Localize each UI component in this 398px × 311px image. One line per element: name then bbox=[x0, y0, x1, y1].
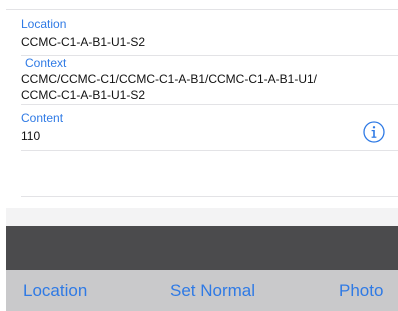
info-icon[interactable] bbox=[363, 121, 385, 143]
location-button[interactable]: Location bbox=[23, 270, 87, 311]
set-normal-button[interactable]: Set Normal bbox=[170, 270, 255, 311]
bottom-toolbar: Location Set Normal Photo bbox=[6, 270, 398, 311]
context-field: Context CCMC/CCMC-C1/CCMC-C1-A-B1/CCMC-C… bbox=[0, 55, 398, 104]
section-spacer bbox=[6, 208, 398, 226]
content-value: 110 bbox=[21, 129, 41, 143]
location-label: Location bbox=[21, 17, 67, 31]
location-value: CCMC-C1-A-B1-U1-S2 bbox=[21, 35, 146, 49]
content-divider bbox=[21, 150, 398, 151]
content-label: Content bbox=[21, 111, 64, 125]
empty-cell-divider bbox=[21, 196, 398, 197]
detail-screen: Location CCMC-C1-A-B1-U1-S2 Context CCMC… bbox=[0, 0, 398, 311]
content-field[interactable]: Content 110 bbox=[0, 105, 398, 150]
dark-panel bbox=[6, 226, 398, 270]
context-value-line-2: CCMC-C1-A-B1-U1-S2 bbox=[21, 88, 146, 102]
context-value-line-1: CCMC/CCMC-C1/CCMC-C1-A-B1/CCMC-C1-A-B1-U… bbox=[21, 72, 318, 86]
photo-button[interactable]: Photo bbox=[339, 270, 383, 311]
location-field: Location CCMC-C1-A-B1-U1-S2 bbox=[0, 10, 398, 55]
context-label: Context bbox=[25, 56, 67, 70]
